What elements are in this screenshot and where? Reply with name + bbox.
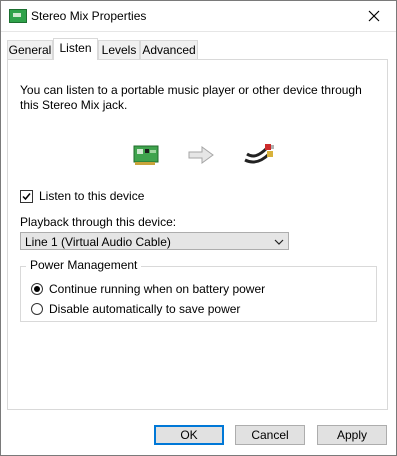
audio-jack-icon (244, 144, 274, 164)
tab-levels[interactable]: Levels (98, 40, 140, 59)
power-management-legend: Power Management (26, 258, 142, 272)
arrow-right-icon (188, 146, 214, 164)
radio-disable-automatically-row[interactable]: Disable automatically to save power (31, 301, 240, 317)
listen-panel: You can listen to a portable music playe… (7, 59, 388, 410)
checkmark-icon (22, 192, 31, 200)
title-bar: Stereo Mix Properties (1, 1, 396, 32)
sound-card-icon (133, 145, 159, 165)
dialog-footer: OK Cancel Apply (1, 411, 396, 455)
properties-window: Stereo Mix Properties General Listen Lev… (0, 0, 397, 456)
close-button[interactable] (352, 1, 396, 31)
apply-button[interactable]: Apply (317, 425, 387, 445)
listen-checkbox-row[interactable]: Listen to this device (20, 188, 144, 204)
radio-continue-running-row[interactable]: Continue running when on battery power (31, 281, 265, 297)
window-title: Stereo Mix Properties (31, 9, 147, 23)
sound-card-icon (9, 9, 27, 23)
chevron-down-icon (274, 239, 284, 245)
radio-disable-automatically[interactable] (31, 303, 43, 315)
radio-continue-running-label: Continue running when on battery power (49, 282, 266, 296)
tab-advanced[interactable]: Advanced (140, 40, 198, 59)
close-icon (368, 10, 380, 22)
ok-button[interactable]: OK (154, 425, 224, 445)
routing-illustration (8, 140, 389, 174)
playback-label: Playback through this device: (20, 215, 177, 229)
power-management-group: Power Management Continue running when o… (20, 258, 377, 322)
playback-device-value: Line 1 (Virtual Audio Cable) (25, 235, 171, 249)
listen-checkbox-label: Listen to this device (39, 189, 145, 203)
listen-checkbox[interactable] (20, 189, 33, 203)
radio-disable-automatically-label: Disable automatically to save power (49, 302, 241, 316)
tab-general[interactable]: General (7, 40, 53, 59)
radio-continue-running[interactable] (31, 283, 43, 295)
tab-listen[interactable]: Listen (53, 38, 98, 60)
listen-description: You can listen to a portable music playe… (20, 83, 362, 112)
playback-device-select[interactable]: Line 1 (Virtual Audio Cable) (20, 232, 289, 250)
cancel-button[interactable]: Cancel (235, 425, 305, 445)
